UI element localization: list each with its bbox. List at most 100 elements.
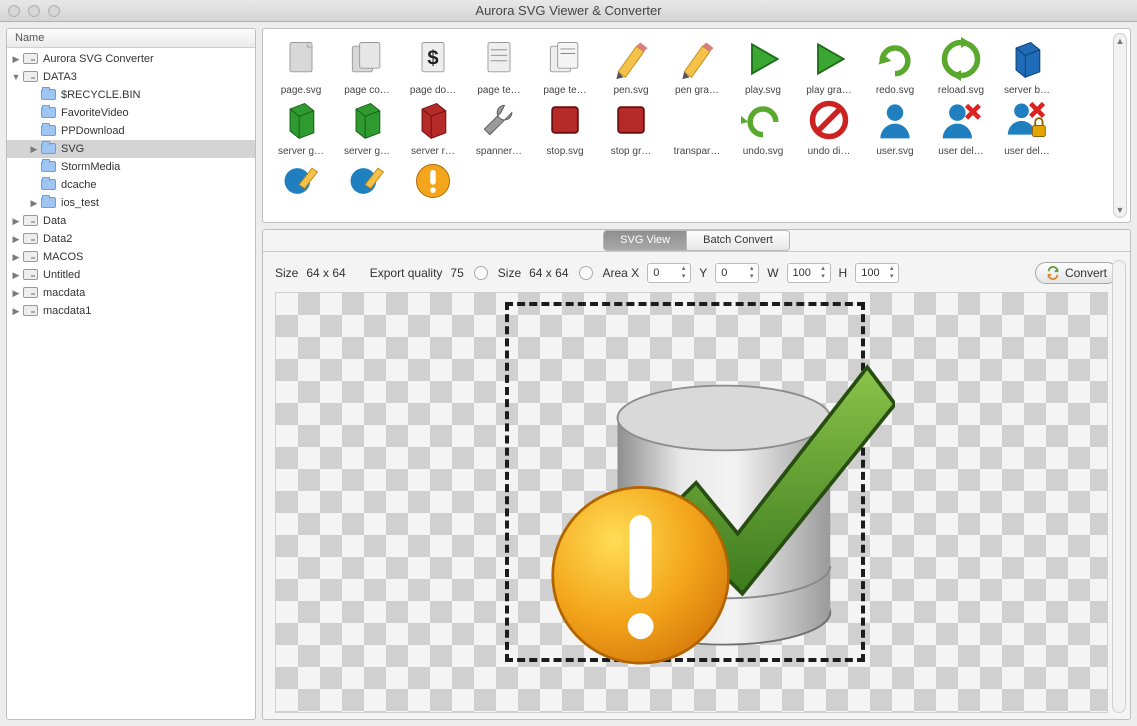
tree-node[interactable]: StormMedia: [7, 158, 255, 176]
area-x-input[interactable]: 0▴▾: [647, 263, 691, 283]
tree-node[interactable]: dcache: [7, 176, 255, 194]
tree-node[interactable]: ▶macdata1: [7, 302, 255, 320]
thumbnail-label: server g…: [337, 146, 397, 157]
thumbnail-item[interactable]: user.svg: [863, 96, 927, 157]
tree-node[interactable]: ▶ Untitled: [7, 266, 255, 284]
thumbnail-item[interactable]: $page do…: [401, 35, 465, 96]
scroll-up-icon[interactable]: ▲: [1116, 36, 1125, 46]
export-quality-slider[interactable]: [474, 266, 488, 280]
thumbnail-item[interactable]: page.svg: [269, 35, 333, 96]
tree-node-label: Data: [43, 215, 66, 227]
output-size-slider[interactable]: [579, 266, 593, 280]
thumbnail-item[interactable]: [401, 157, 465, 207]
chevron-right-icon: [29, 180, 39, 190]
sidebar-column-header[interactable]: Name: [7, 29, 255, 48]
area-h-input[interactable]: 100▴▾: [855, 263, 899, 283]
chevron-right-icon[interactable]: ▶: [11, 270, 21, 280]
user-del-lock-icon: [1003, 96, 1051, 144]
chevron-right-icon: [29, 126, 39, 136]
user-icon: [871, 96, 919, 144]
bluepen-icon: [343, 157, 391, 205]
area-w-label: W: [767, 266, 778, 280]
tree-node[interactable]: ▶SVG: [7, 140, 255, 158]
tree-node[interactable]: ▶ios_test: [7, 194, 255, 212]
thumbnail-item[interactable]: play gra…: [797, 35, 861, 96]
chevron-right-icon[interactable]: ▶: [11, 234, 21, 244]
thumbnail-item[interactable]: server r…: [401, 96, 465, 157]
chevron-right-icon[interactable]: ▶: [11, 288, 21, 298]
thumbnail-item[interactable]: [269, 157, 333, 207]
undo-icon: [739, 96, 787, 144]
thumbnail-label: page te…: [535, 85, 595, 96]
tree-node[interactable]: FavoriteVideo: [7, 104, 255, 122]
thumbnail-item[interactable]: stop gr…: [599, 96, 663, 157]
area-y-input[interactable]: 0▴▾: [715, 263, 759, 283]
thumbnail-item[interactable]: pen gra…: [665, 35, 729, 96]
thumbnail-label: reload.svg: [931, 85, 991, 96]
tree-node-label: Aurora SVG Converter: [43, 53, 154, 65]
tree-node-label: Untitled: [43, 269, 80, 281]
thumbnail-item[interactable]: user del…: [995, 96, 1059, 157]
tree-node[interactable]: ▶ Aurora SVG Converter: [7, 50, 255, 68]
thumbnail-label: undo di…: [799, 146, 859, 157]
folder-icon: [41, 160, 57, 174]
area-y-label: Y: [699, 266, 707, 280]
tree-node[interactable]: ▶ Data: [7, 212, 255, 230]
tree-node-label: $RECYCLE.BIN: [61, 89, 140, 101]
thumbnail-label: redo.svg: [865, 85, 925, 96]
convert-button[interactable]: Convert: [1035, 262, 1118, 284]
thumbnail-label: user del…: [931, 146, 991, 157]
thumbnail-item[interactable]: spanner…: [467, 96, 531, 157]
tab-svg-view[interactable]: SVG View: [603, 230, 686, 251]
thumbnail-item[interactable]: user del…: [929, 96, 993, 157]
thumbnail-item[interactable]: page co…: [335, 35, 399, 96]
thumbnail-item[interactable]: transpar…: [665, 96, 729, 157]
chevron-right-icon[interactable]: ▶: [11, 306, 21, 316]
thumbnail-item[interactable]: page te…: [533, 35, 597, 96]
thumbnail-item[interactable]: pen.svg: [599, 35, 663, 96]
thumbnail-item[interactable]: server g…: [335, 96, 399, 157]
thumbnail-item[interactable]: redo.svg: [863, 35, 927, 96]
area-w-input[interactable]: 100▴▾: [787, 263, 831, 283]
play-icon: [739, 35, 787, 83]
thumbnail-item[interactable]: undo di…: [797, 96, 861, 157]
thumbnail-item[interactable]: play.svg: [731, 35, 795, 96]
scroll-down-icon[interactable]: ▼: [1116, 205, 1125, 215]
thumbnail-item[interactable]: undo.svg: [731, 96, 795, 157]
thumbnail-label: play gra…: [799, 85, 859, 96]
chevron-right-icon[interactable]: ▶: [11, 54, 21, 64]
file-tree[interactable]: ▶ Aurora SVG Converter ▼DATA3 $RECYCLE.BIN F…: [7, 48, 255, 719]
chevron-right-icon[interactable]: ▶: [11, 252, 21, 262]
spanner-icon: [475, 96, 523, 144]
tree-node[interactable]: ▶macdata: [7, 284, 255, 302]
tree-node-label: MACOS: [43, 251, 83, 263]
thumbnail-item[interactable]: reload.svg: [929, 35, 993, 96]
tree-node[interactable]: ▼DATA3: [7, 68, 255, 86]
page-text2-icon: [541, 35, 589, 83]
tree-node-label: PPDownload: [61, 125, 125, 137]
area-x-label: Area X: [603, 266, 640, 280]
chevron-right-icon[interactable]: ▶: [29, 144, 39, 154]
tree-node[interactable]: ▶ MACOS: [7, 248, 255, 266]
drive-icon: [23, 268, 39, 282]
thumbnail-item[interactable]: page te…: [467, 35, 531, 96]
tree-node-label: Data2: [43, 233, 72, 245]
thumbnail-item[interactable]: server b…: [995, 35, 1059, 96]
tree-node[interactable]: $RECYCLE.BIN: [7, 86, 255, 104]
thumbnail-item[interactable]: [335, 157, 399, 207]
tree-node[interactable]: ▶ Data2: [7, 230, 255, 248]
drive-icon: [23, 286, 39, 300]
preview-canvas[interactable]: [275, 292, 1108, 713]
chevron-right-icon[interactable]: ▶: [11, 216, 21, 226]
preview-scrollbar[interactable]: [1112, 260, 1126, 713]
thumbnails-scrollbar[interactable]: ▲ ▼: [1113, 33, 1127, 218]
tree-node[interactable]: PPDownload: [7, 122, 255, 140]
chevron-right-icon[interactable]: ▶: [29, 198, 39, 208]
thumbnail-item[interactable]: server g…: [269, 96, 333, 157]
stop-icon: [541, 96, 589, 144]
chevron-down-icon[interactable]: ▼: [11, 72, 21, 82]
thumbnail-item[interactable]: stop.svg: [533, 96, 597, 157]
chevron-right-icon: [29, 162, 39, 172]
tab-batch-convert[interactable]: Batch Convert: [686, 230, 790, 251]
drive-icon: [23, 304, 39, 318]
